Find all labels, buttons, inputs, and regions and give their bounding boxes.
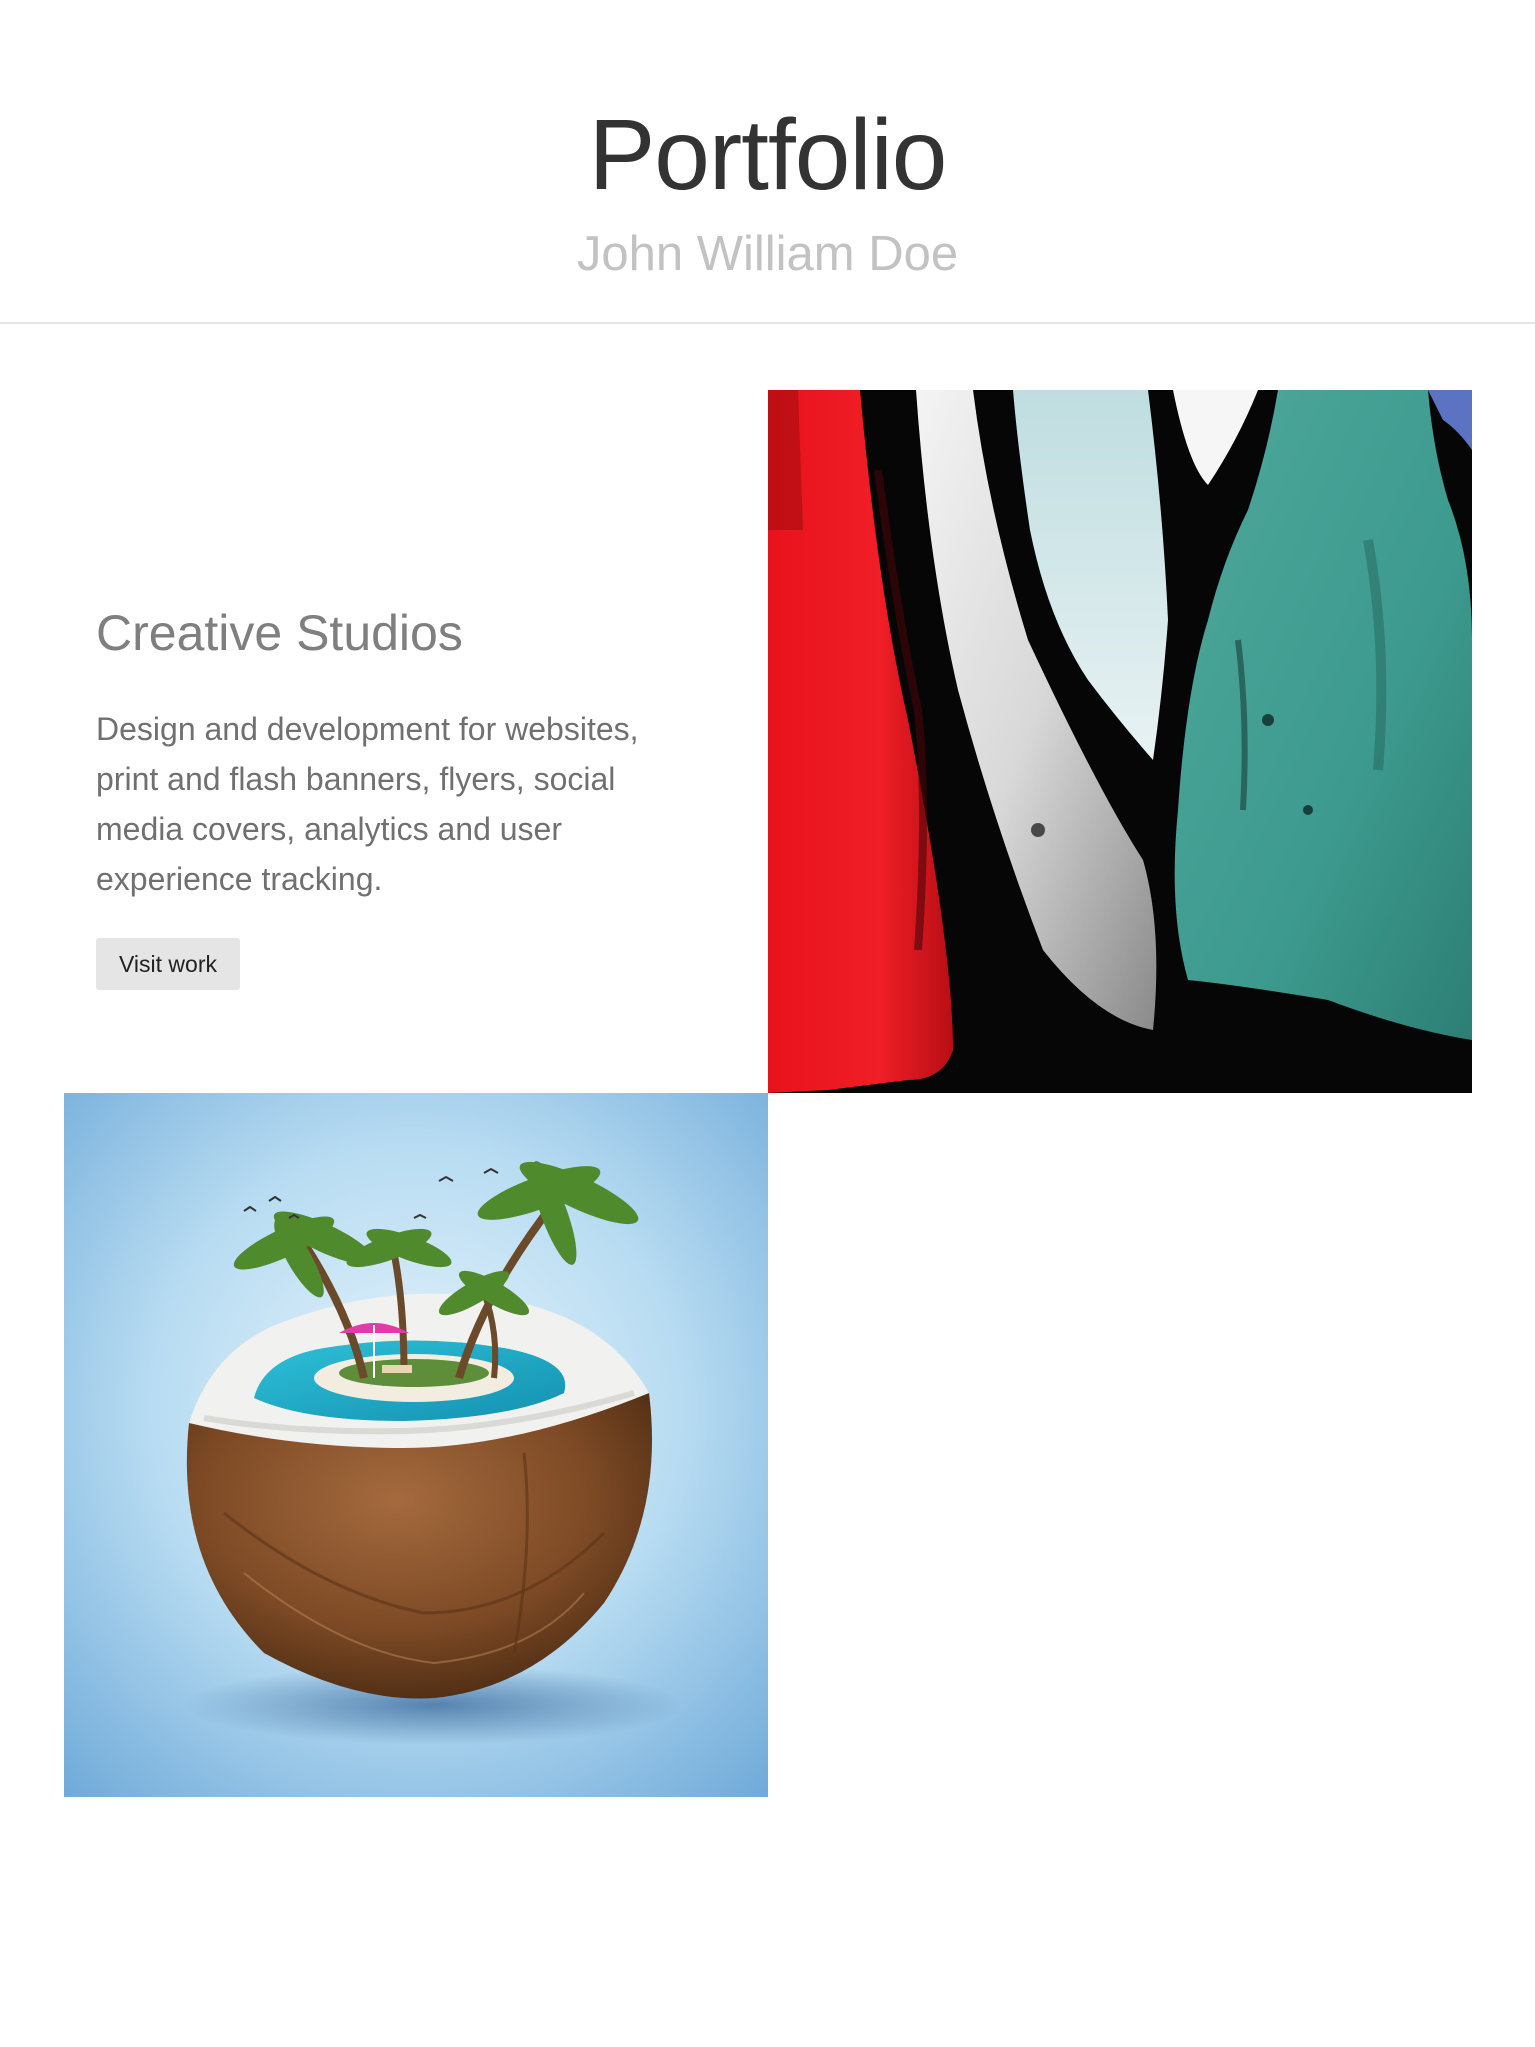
project-description: Design and development for websites, pri… xyxy=(96,711,639,897)
coconut-island-art xyxy=(64,1093,768,1797)
page-subtitle: John William Doe xyxy=(576,227,959,281)
project-info: Creative Studios Design and development … xyxy=(96,600,696,990)
page-header: Portfolio John William Doe xyxy=(0,0,1535,324)
abstract-painting-art xyxy=(768,390,1472,1093)
page-title: Portfolio xyxy=(588,99,948,211)
visit-work-button[interactable]: Visit work xyxy=(96,938,240,990)
abstract-painting-image xyxy=(768,390,1472,1093)
project-title: Creative Studios xyxy=(96,605,463,661)
coconut-island-image xyxy=(64,1093,768,1797)
